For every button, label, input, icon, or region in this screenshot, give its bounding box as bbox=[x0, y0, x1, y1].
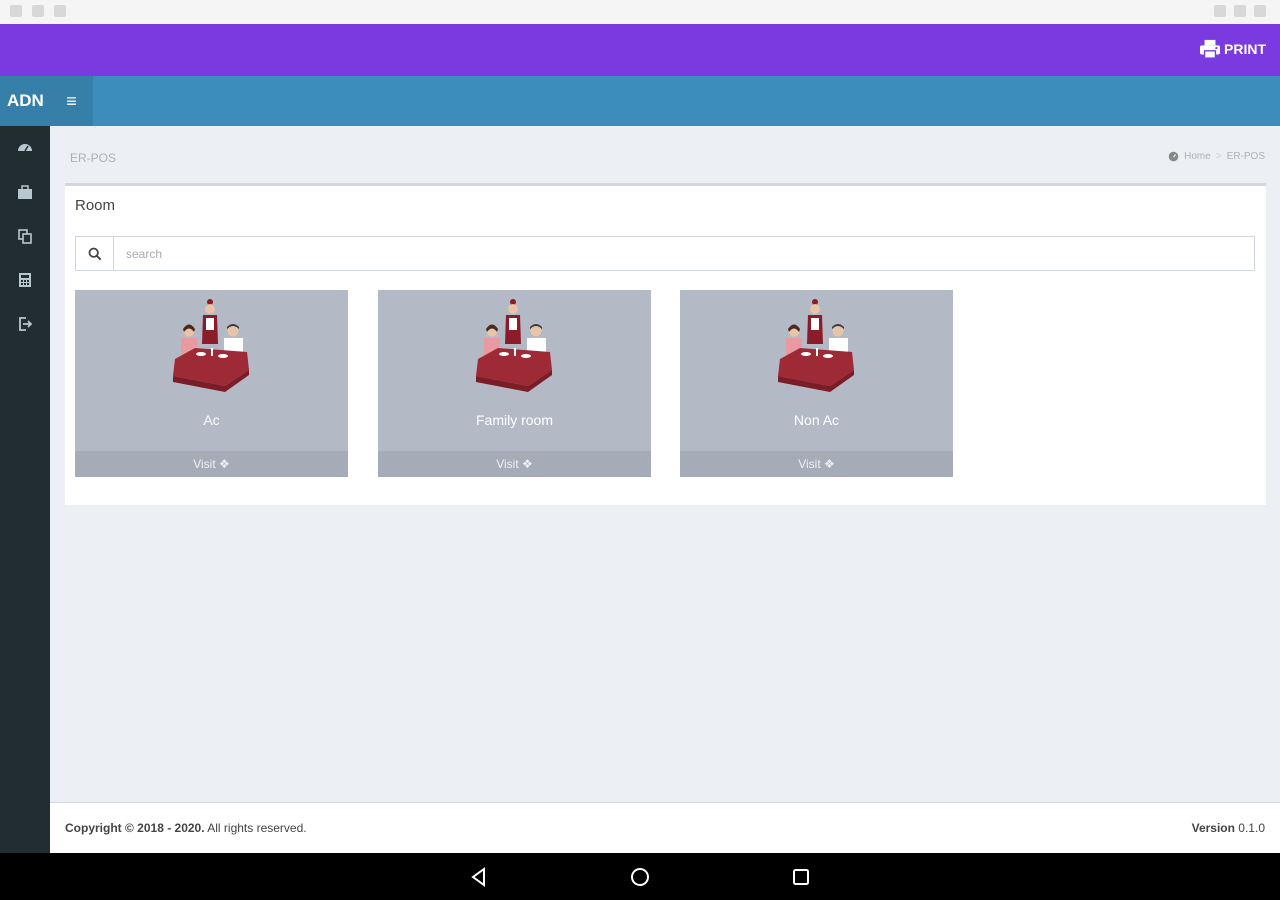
dashboard-icon bbox=[1168, 151, 1179, 162]
search-addon bbox=[76, 237, 114, 270]
visit-link[interactable]: Visit ❖ bbox=[378, 451, 651, 477]
device-status-bar bbox=[0, 0, 1280, 24]
briefcase-icon bbox=[18, 185, 32, 199]
search-input[interactable] bbox=[114, 237, 1254, 270]
search-icon bbox=[88, 247, 101, 260]
version-value: 0.1.0 bbox=[1234, 821, 1265, 835]
sidebar-item-logout[interactable] bbox=[0, 302, 50, 346]
restaurant-table-illustration bbox=[778, 299, 854, 392]
visit-label: Visit bbox=[798, 457, 821, 471]
dashboard-icon bbox=[18, 144, 32, 152]
breadcrumb-home-link[interactable]: Home bbox=[1184, 151, 1211, 162]
main-header: ADN ≡ bbox=[0, 76, 1280, 126]
printer-icon bbox=[1200, 39, 1220, 59]
search-group bbox=[75, 236, 1255, 271]
sidebar-item-calculator[interactable] bbox=[0, 258, 50, 302]
room-name: Ac bbox=[203, 412, 220, 428]
sidebar-item-copy[interactable] bbox=[0, 214, 50, 258]
page-title: ER-POS bbox=[70, 151, 117, 165]
visit-label: Visit bbox=[496, 457, 519, 471]
room-name: Non Ac bbox=[793, 412, 840, 428]
sidebar bbox=[0, 126, 50, 853]
main-footer: Copyright © 2018 - 2020. All rights rese… bbox=[50, 802, 1280, 853]
breadcrumb: Home > ER-POS bbox=[1168, 151, 1265, 162]
arrow-circle-right-icon: ❖ bbox=[219, 457, 230, 471]
room-card-ac[interactable]: Ac Visit ❖ bbox=[75, 290, 348, 477]
restaurant-table-illustration bbox=[173, 299, 249, 392]
visit-link[interactable]: Visit ❖ bbox=[680, 451, 953, 477]
notification-icon bbox=[32, 5, 44, 17]
device-navigation-bar bbox=[0, 853, 1280, 900]
version: Version 0.1.0 bbox=[1192, 821, 1265, 835]
copyright-rest: All rights reserved. bbox=[204, 821, 307, 835]
room-card-non-ac[interactable]: Non Ac Visit ❖ bbox=[680, 290, 953, 477]
room-card-family-room[interactable]: Family room Visit ❖ bbox=[378, 290, 651, 477]
sidebar-toggle-button[interactable]: ≡ bbox=[50, 76, 93, 126]
arrow-circle-right-icon: ❖ bbox=[824, 457, 835, 471]
room-box: Room search Ac Visit ❖ Family room Visit… bbox=[65, 183, 1266, 505]
breadcrumb-separator: > bbox=[1215, 151, 1222, 162]
battery-icon bbox=[1234, 5, 1246, 17]
content-wrapper: ER-POS Home > ER-POS Room search Ac Visi… bbox=[50, 126, 1280, 802]
room-name: Family room bbox=[475, 412, 553, 428]
copy-icon bbox=[18, 229, 32, 244]
notification-icon bbox=[54, 5, 66, 17]
sidebar-item-store[interactable] bbox=[0, 170, 50, 214]
clock-icon bbox=[1254, 5, 1266, 17]
visit-link[interactable]: Visit ❖ bbox=[75, 451, 348, 477]
calculator-icon bbox=[19, 273, 31, 287]
home-icon[interactable] bbox=[628, 865, 652, 889]
brand-logo[interactable]: ADN bbox=[0, 76, 50, 126]
sidebar-item-dashboard[interactable] bbox=[0, 126, 50, 170]
print-label: PRINT bbox=[1224, 41, 1266, 57]
version-label: Version bbox=[1191, 821, 1235, 835]
hamburger-icon: ≡ bbox=[66, 90, 77, 111]
copyright-bold: Copyright © 2018 - 2020. bbox=[65, 821, 205, 835]
wifi-icon bbox=[1214, 5, 1226, 17]
notification-icon bbox=[10, 5, 22, 17]
back-icon[interactable] bbox=[467, 865, 491, 889]
box-title: Room bbox=[75, 197, 116, 214]
sign-out-icon bbox=[19, 317, 33, 331]
print-button[interactable]: PRINT bbox=[1199, 39, 1266, 59]
restaurant-table-illustration bbox=[476, 299, 552, 392]
top-action-bar: PRINT bbox=[0, 24, 1280, 76]
copyright: Copyright © 2018 - 2020. All rights rese… bbox=[65, 821, 307, 835]
visit-label: Visit bbox=[193, 457, 216, 471]
recent-apps-icon[interactable] bbox=[789, 865, 813, 889]
arrow-circle-right-icon: ❖ bbox=[522, 457, 533, 471]
breadcrumb-current: ER-POS bbox=[1226, 151, 1265, 162]
